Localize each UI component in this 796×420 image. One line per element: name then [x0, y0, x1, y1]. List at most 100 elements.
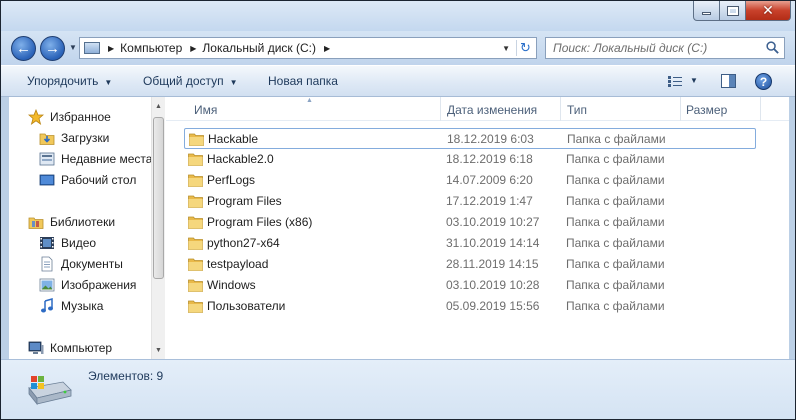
table-row[interactable]: Program Files (x86) 03.10.2019 10:27 Пап… [184, 212, 756, 233]
computer-icon [28, 341, 44, 354]
libraries-icon [28, 217, 44, 229]
table-row[interactable]: python27-x64 31.10.2019 14:14 Папка с фа… [184, 233, 756, 254]
navigation-pane: Избранное Загрузки Недавние места Рабочи… [9, 97, 165, 359]
star-icon [28, 109, 44, 125]
file-name: Windows [207, 278, 256, 292]
navigation-bar: ← → ▼ ▶ Компьютер ▶ Локальный диск (C:) … [1, 31, 795, 65]
table-row[interactable]: Hackable2.0 18.12.2019 6:18 Папка с файл… [184, 149, 756, 170]
file-name: Program Files (x86) [207, 215, 313, 229]
folder-icon [188, 195, 203, 208]
back-button[interactable]: ← [11, 36, 36, 61]
table-row[interactable]: Пользователи 05.09.2019 15:56 Папка с фа… [184, 296, 756, 317]
details-pane: Элементов: 9 [1, 359, 795, 419]
column-divider[interactable] [440, 97, 441, 121]
address-bar[interactable]: ▶ Компьютер ▶ Локальный диск (C:) ▶ ▼ ↻ [79, 37, 537, 59]
scrollbar-thumb[interactable] [153, 117, 164, 279]
share-button[interactable]: Общий доступ ▼ [143, 74, 238, 88]
file-type: Папка с файлами [566, 278, 665, 292]
file-type: Папка с файлами [566, 236, 665, 250]
video-icon [40, 237, 54, 249]
refresh-icon: ↻ [520, 40, 531, 55]
search-box[interactable] [545, 37, 785, 59]
recent-pages-dropdown[interactable]: ▼ [69, 43, 77, 52]
close-button[interactable]: ✕ [746, 1, 791, 21]
new-folder-button[interactable]: Новая папка [268, 74, 338, 88]
table-row[interactable]: Windows 03.10.2019 10:28 Папка с файлами [184, 275, 756, 296]
column-header-name[interactable]: Имя [194, 103, 217, 117]
file-name: Hackable [208, 132, 259, 146]
column-header-type[interactable]: Тип [567, 103, 587, 117]
scroll-down-icon[interactable]: ▼ [152, 343, 165, 357]
table-row[interactable]: PerfLogs 14.07.2009 6:20 Папка с файлами [184, 170, 756, 191]
computer-icon [84, 42, 100, 54]
sidebar-item-label: Видео [61, 236, 97, 250]
item-count: Элементов: 9 [88, 369, 164, 383]
share-label: Общий доступ [143, 74, 224, 88]
search-input[interactable] [553, 41, 763, 55]
folder-icon [188, 300, 203, 313]
change-view-icon[interactable] [668, 76, 682, 87]
file-type: Папка с файлами [567, 132, 666, 146]
breadcrumb-separator-icon[interactable]: ▶ [324, 44, 330, 53]
file-date: 03.10.2019 10:28 [446, 278, 540, 292]
window-controls: ✕ [693, 1, 791, 21]
sidebar-item-label: Изображения [61, 278, 137, 292]
downloads-icon [39, 133, 55, 145]
scroll-up-icon[interactable]: ▲ [152, 99, 165, 113]
navigation-pane-scrollbar[interactable]: ▲ ▼ [151, 97, 165, 359]
arrow-left-icon: ← [16, 40, 31, 57]
column-divider[interactable] [680, 97, 681, 121]
view-options-dropdown[interactable]: ▼ [690, 76, 698, 85]
music-icon [41, 298, 53, 313]
file-name: python27-x64 [207, 236, 280, 250]
breadcrumb-local-disk[interactable]: Локальный диск (C:) [202, 41, 316, 55]
column-divider[interactable] [760, 97, 761, 121]
folder-icon [188, 216, 203, 229]
file-type: Папка с файлами [566, 173, 665, 187]
search-icon[interactable] [765, 40, 780, 55]
breadcrumb-separator-icon[interactable]: ▶ [108, 44, 114, 53]
file-name: Hackable2.0 [207, 152, 274, 166]
file-type: Папка с файлами [566, 194, 665, 208]
organize-button[interactable]: Упорядочить ▼ [27, 74, 112, 88]
minimize-button[interactable] [693, 1, 720, 21]
chevron-down-icon: ▼ [229, 78, 238, 87]
recent-places-icon [39, 152, 55, 166]
table-row[interactable]: Program Files 17.12.2019 1:47 Папка с фа… [184, 191, 756, 212]
sidebar-item-label: Документы [61, 257, 123, 271]
folder-icon [188, 153, 203, 166]
file-date: 17.12.2019 1:47 [446, 194, 533, 208]
column-header-size[interactable]: Размер [686, 103, 727, 117]
maximize-button[interactable] [720, 1, 746, 21]
address-history-dropdown[interactable]: ▼ [502, 44, 510, 53]
file-type: Папка с файлами [566, 299, 665, 313]
folder-icon [188, 279, 203, 292]
explorer-window: ✕ ← → ▼ ▶ Компьютер ▶ Локальный диск (C:… [0, 0, 796, 420]
chevron-down-icon: ▼ [104, 78, 113, 87]
breadcrumb-computer[interactable]: Компьютер [120, 41, 182, 55]
file-type: Папка с файлами [566, 215, 665, 229]
column-header-date[interactable]: Дата изменения [447, 103, 537, 117]
forward-button[interactable]: → [40, 36, 65, 61]
breadcrumb-separator-icon[interactable]: ▶ [190, 44, 196, 53]
help-button[interactable]: ? [755, 73, 772, 90]
folder-icon [188, 237, 203, 250]
close-icon: ✕ [762, 2, 774, 18]
title-bar[interactable]: ✕ [1, 1, 795, 31]
refresh-button[interactable]: ↻ [516, 40, 534, 56]
preview-pane-icon[interactable] [721, 74, 736, 88]
documents-icon [41, 256, 53, 272]
column-divider[interactable] [560, 97, 561, 121]
file-date: 05.09.2019 15:56 [446, 299, 540, 313]
sidebar-item-label: Рабочий стол [61, 173, 137, 187]
sidebar-item-label: Избранное [50, 110, 111, 124]
minimize-icon [702, 12, 711, 15]
table-row[interactable]: Hackable 18.12.2019 6:03 Папка с файлами [184, 128, 756, 149]
file-name: PerfLogs [207, 173, 256, 187]
arrow-right-icon: → [45, 40, 60, 57]
table-row[interactable]: testpayload 28.11.2019 14:15 Папка с фай… [184, 254, 756, 275]
maximize-icon [726, 5, 739, 16]
sidebar-item-label: Загрузки [61, 131, 110, 145]
sidebar-item-label: Музыка [61, 299, 104, 313]
folder-icon [188, 174, 203, 187]
